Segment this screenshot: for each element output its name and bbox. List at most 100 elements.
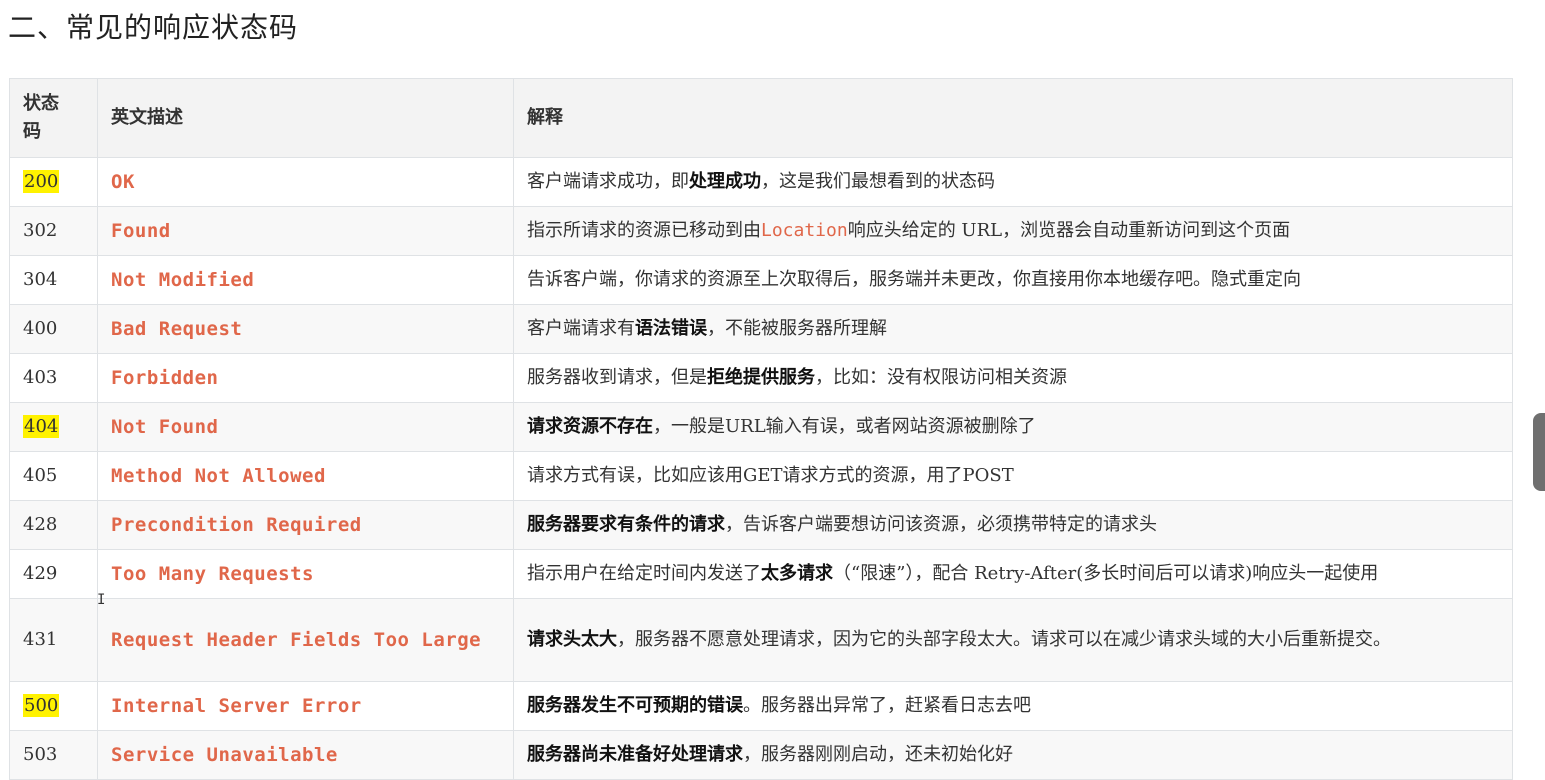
english-description: Request Header Fields Too Large bbox=[111, 628, 482, 651]
text-cursor-icon: I bbox=[97, 592, 106, 608]
table-row: 500 Internal Server Error 服务器发生不可预期的错误。服务器… bbox=[9, 681, 1513, 731]
cell-status-code: 503 bbox=[9, 730, 98, 780]
cell-explanation: 客户端请求成功，即处理成功，这是我们最想看到的状态码 bbox=[513, 157, 1513, 207]
table-row: 302 Found 指示所请求的资源已移动到由Location响应头给定的 URL，… bbox=[9, 206, 1513, 256]
english-description: Precondition Required bbox=[111, 513, 362, 536]
cell-english-description: Precondition Required bbox=[97, 500, 514, 550]
status-code: 503 bbox=[23, 744, 58, 765]
explanation-text: 客户端请求有 bbox=[527, 318, 635, 339]
explanation-text: 客户端请求成功，即 bbox=[527, 171, 689, 192]
cell-english-description: Forbidden bbox=[97, 353, 514, 403]
cell-english-description: OK bbox=[97, 157, 514, 207]
cell-status-code: 403 bbox=[9, 353, 98, 403]
cell-status-code: 429 bbox=[9, 549, 98, 599]
explanation-emphasis: 太多请求 bbox=[761, 563, 833, 584]
cell-explanation: 客户端请求有语法错误，不能被服务器所理解 bbox=[513, 304, 1513, 354]
cell-explanation: 告诉客户端，你请求的资源至上次取得后，服务端并未更改，你直接用你本地缓存吧。隐式… bbox=[513, 255, 1513, 305]
cell-explanation: 服务器发生不可预期的错误。服务器出异常了，赶紧看日志去吧 bbox=[513, 681, 1513, 731]
cell-status-code: 302 bbox=[9, 206, 98, 256]
cell-status-code: 200 bbox=[9, 157, 98, 207]
explanation-text: ，服务器刚刚启动，还未初始化好 bbox=[743, 744, 1013, 765]
table-row: 200 OK 客户端请求成功，即处理成功，这是我们最想看到的状态码 bbox=[9, 157, 1513, 207]
cell-explanation: 指示用户在给定时间内发送了太多请求（“限速”），配合 Retry-After(多… bbox=[513, 549, 1513, 599]
cell-explanation: 指示所请求的资源已移动到由Location响应头给定的 URL，浏览器会自动重新… bbox=[513, 206, 1513, 256]
table-row: 429 Too Many Requests 指示用户在给定时间内发送了太多请求（“限… bbox=[9, 549, 1513, 599]
explanation-text: ，比如：没有权限访问相关资源 bbox=[815, 367, 1067, 388]
status-code: 404 bbox=[23, 415, 60, 438]
status-code: 405 bbox=[23, 465, 58, 486]
table-header-row: 状态码 英文描述 解释 bbox=[9, 78, 1513, 158]
scrollbar-thumb[interactable] bbox=[1533, 413, 1545, 491]
explanation-emphasis: 请求资源不存在 bbox=[527, 416, 653, 437]
table-row: 400 Bad Request 客户端请求有语法错误，不能被服务器所理解 bbox=[9, 304, 1513, 354]
explanation-text: 。服务器出异常了，赶紧看日志去吧 bbox=[743, 695, 1031, 716]
table-row: 503 Service Unavailable 服务器尚未准备好处理请求，服务器刚刚… bbox=[9, 730, 1513, 780]
status-code: 431 bbox=[23, 629, 58, 650]
cell-status-code: 400 bbox=[9, 304, 98, 354]
english-description: Bad Request bbox=[111, 317, 243, 340]
cell-explanation: 服务器尚未准备好处理请求，服务器刚刚启动，还未初始化好 bbox=[513, 730, 1513, 780]
column-header-code: 状态码 bbox=[9, 78, 98, 158]
english-description: Internal Server Error bbox=[111, 694, 362, 717]
cell-status-code: 404 bbox=[9, 402, 98, 452]
column-header-expl: 解释 bbox=[513, 78, 1513, 158]
explanation-emphasis: 语法错误 bbox=[635, 318, 707, 339]
explanation-emphasis: 服务器发生不可预期的错误 bbox=[527, 695, 743, 716]
explanation-text: ，一般是URL输入有误，或者网站资源被删除了 bbox=[653, 416, 1036, 437]
explanation-text: 服务器收到请求，但是 bbox=[527, 367, 707, 388]
column-header-code-label: 状态码 bbox=[23, 93, 59, 142]
cell-status-code: 431 bbox=[9, 598, 98, 682]
english-description: Service Unavailable bbox=[111, 743, 338, 766]
status-code: 428 bbox=[23, 514, 58, 535]
cell-english-description: Internal Server Error bbox=[97, 681, 514, 731]
table-header: 状态码 英文描述 解释 bbox=[9, 78, 1513, 158]
cell-status-code: 428 bbox=[9, 500, 98, 550]
column-header-desc: 英文描述 bbox=[97, 78, 514, 158]
explanation-text: ，这是我们最想看到的状态码 bbox=[761, 171, 995, 192]
cell-english-description: Too Many Requests bbox=[97, 549, 514, 599]
cell-english-description: Not Modified bbox=[97, 255, 514, 305]
table-row: 428 Precondition Required 服务器要求有条件的请求，告诉客户… bbox=[9, 500, 1513, 550]
table-body: 200 OK 客户端请求成功，即处理成功，这是我们最想看到的状态码 302 Found 指… bbox=[9, 157, 1513, 780]
explanation-text: 响应头给定的 URL，浏览器会自动重新访问到这个页面 bbox=[847, 220, 1291, 241]
english-description: Method Not Allowed bbox=[111, 464, 326, 487]
cell-english-description: Service Unavailable bbox=[97, 730, 514, 780]
status-code: 302 bbox=[23, 220, 58, 241]
english-description: Not Found bbox=[111, 415, 219, 438]
cell-explanation: 请求头太大，服务器不愿意处理请求，因为它的头部字段太大。请求可以在减少请求头域的… bbox=[513, 598, 1513, 682]
cell-english-description: Method Not Allowed bbox=[97, 451, 514, 501]
table-row: 405 Method Not Allowed 请求方式有误，比如应该用GET请求方式… bbox=[9, 451, 1513, 501]
status-code: 304 bbox=[23, 269, 58, 290]
explanation-emphasis: 处理成功 bbox=[689, 171, 761, 192]
english-description: Too Many Requests bbox=[111, 562, 314, 585]
explanation-text: 请求方式有误，比如应该用GET请求方式的资源，用了POST bbox=[527, 465, 1014, 486]
english-description: Found bbox=[111, 219, 171, 242]
cell-explanation: 请求资源不存在，一般是URL输入有误，或者网站资源被删除了 bbox=[513, 402, 1513, 452]
page-heading: 二、常见的响应状态码 bbox=[8, 11, 299, 44]
english-description: OK bbox=[111, 170, 135, 193]
cell-english-description: Request Header Fields Too Large bbox=[97, 598, 514, 682]
explanation-text: （“限速”），配合 Retry-After(多长时间后可以请求)响应头一起使用 bbox=[833, 563, 1379, 584]
explanation-emphasis: 服务器要求有条件的请求 bbox=[527, 514, 725, 535]
cell-explanation: 请求方式有误，比如应该用GET请求方式的资源，用了POST bbox=[513, 451, 1513, 501]
cell-english-description: Not Found bbox=[97, 402, 514, 452]
cell-status-code: 405 bbox=[9, 451, 98, 501]
cell-english-description: Found bbox=[97, 206, 514, 256]
explanation-text: ，不能被服务器所理解 bbox=[707, 318, 887, 339]
table-row: 404 Not Found 请求资源不存在，一般是URL输入有误，或者网站资源被删除… bbox=[9, 402, 1513, 452]
status-code: 403 bbox=[23, 367, 58, 388]
explanation-code: Location bbox=[761, 220, 848, 241]
explanation-emphasis: 拒绝提供服务 bbox=[707, 367, 815, 388]
cell-explanation: 服务器要求有条件的请求，告诉客户端要想访问该资源，必须携带特定的请求头 bbox=[513, 500, 1513, 550]
explanation-emphasis: 服务器尚未准备好处理请求 bbox=[527, 744, 743, 765]
table-row: 431 Request Header Fields Too Large 请求头太大，… bbox=[9, 598, 1513, 682]
table-row: 403 Forbidden 服务器收到请求，但是拒绝提供服务，比如：没有权限访问相关… bbox=[9, 353, 1513, 403]
status-code: 429 bbox=[23, 563, 58, 584]
status-code-table: 状态码 英文描述 解释 200 OK 客户端请求成功，即处理成功，这是我们最想看到的… bbox=[9, 78, 1513, 780]
cell-status-code: 500 bbox=[9, 681, 98, 731]
english-description: Not Modified bbox=[111, 268, 255, 291]
explanation-emphasis: 请求头太大 bbox=[527, 629, 617, 650]
explanation-text: 指示用户在给定时间内发送了 bbox=[527, 563, 761, 584]
explanation-text: 告诉客户端，你请求的资源至上次取得后，服务端并未更改，你直接用你本地缓存吧。隐式… bbox=[527, 269, 1301, 290]
status-code: 200 bbox=[23, 170, 60, 193]
